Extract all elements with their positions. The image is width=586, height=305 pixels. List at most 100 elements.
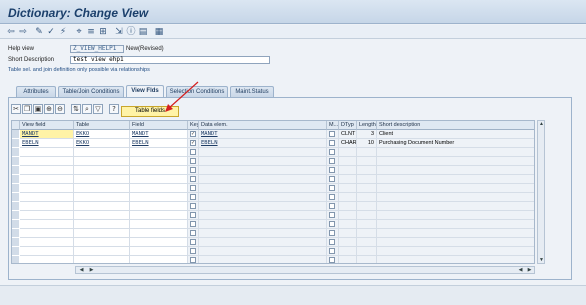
maintenance-icon[interactable]: ▦ — [154, 27, 164, 37]
row-selector[interactable] — [12, 157, 19, 166]
table-cell[interactable] — [74, 229, 130, 238]
table-cell[interactable] — [74, 184, 130, 193]
key-checkbox[interactable] — [190, 149, 196, 155]
table-cell[interactable] — [74, 256, 130, 263]
display-icon[interactable]: ▤ — [138, 27, 148, 37]
key-cell[interactable] — [188, 247, 199, 256]
key-cell[interactable] — [188, 229, 199, 238]
m-checkbox[interactable] — [329, 149, 335, 155]
key-cell[interactable] — [188, 238, 199, 247]
m-checkbox[interactable] — [329, 257, 335, 263]
m-checkbox[interactable] — [329, 212, 335, 218]
view-field-cell[interactable] — [20, 184, 74, 193]
key-checkbox[interactable] — [190, 185, 196, 191]
key-cell[interactable] — [188, 202, 199, 211]
m-checkbox[interactable] — [329, 176, 335, 182]
row-selector[interactable] — [12, 130, 19, 139]
row-selector[interactable] — [12, 175, 19, 184]
m-checkbox[interactable] — [329, 167, 335, 173]
scroll-end-right-icon[interactable]: ▶ — [526, 267, 533, 273]
key-cell[interactable] — [188, 256, 199, 263]
field-cell[interactable] — [130, 247, 188, 256]
m-checkbox[interactable] — [329, 248, 335, 254]
view-field-cell[interactable] — [20, 247, 74, 256]
delete-row-icon[interactable]: ⊖ — [55, 104, 65, 114]
paste-icon[interactable]: ▣ — [33, 104, 43, 114]
m-cell[interactable] — [327, 229, 339, 238]
m-cell[interactable] — [327, 157, 339, 166]
object-list-icon[interactable]: ≡ — [86, 27, 96, 37]
m-cell[interactable] — [327, 166, 339, 175]
tab-selection-conditions[interactable]: Selection Conditions — [166, 86, 228, 97]
table-cell[interactable] — [74, 202, 130, 211]
table-cell[interactable] — [74, 157, 130, 166]
m-cell[interactable] — [327, 139, 339, 148]
navigate-icon[interactable]: ⇲ — [114, 27, 124, 37]
key-checkbox[interactable] — [190, 194, 196, 200]
column-header[interactable]: Data elem. — [199, 121, 327, 130]
help-icon[interactable]: ? — [109, 104, 119, 114]
field-cell[interactable]: MANDT — [130, 130, 188, 139]
tab-table-join-conditions[interactable]: Table/Join Conditions — [58, 86, 124, 97]
column-header[interactable]: Table — [74, 121, 130, 130]
field-cell[interactable] — [130, 238, 188, 247]
where-used-icon[interactable]: ⌖ — [74, 27, 84, 37]
view-field-cell[interactable]: MANDT — [20, 130, 74, 139]
key-checkbox[interactable]: ✓ — [190, 131, 196, 137]
insert-row-icon[interactable]: ⊕ — [44, 104, 54, 114]
m-cell[interactable] — [327, 220, 339, 229]
view-field-cell[interactable] — [20, 211, 74, 220]
m-checkbox[interactable] — [329, 230, 335, 236]
check-icon[interactable]: ✓ — [46, 27, 56, 37]
key-cell[interactable] — [188, 193, 199, 202]
table-cell[interactable]: EKKO — [74, 130, 130, 139]
key-checkbox[interactable]: ✓ — [190, 140, 196, 146]
field-cell[interactable] — [130, 184, 188, 193]
m-cell[interactable] — [327, 184, 339, 193]
key-cell[interactable] — [188, 166, 199, 175]
view-field-cell[interactable]: EBELN — [20, 139, 74, 148]
key-checkbox[interactable] — [190, 167, 196, 173]
field-cell[interactable] — [130, 148, 188, 157]
key-cell[interactable] — [188, 211, 199, 220]
view-field-cell[interactable] — [20, 148, 74, 157]
column-header[interactable]: DTyp — [339, 121, 357, 130]
field-cell[interactable] — [130, 220, 188, 229]
row-selector[interactable] — [12, 139, 19, 148]
tab-attributes[interactable]: Attributes — [16, 86, 56, 97]
table-cell[interactable] — [74, 166, 130, 175]
key-checkbox[interactable] — [190, 221, 196, 227]
key-checkbox[interactable] — [190, 239, 196, 245]
horizontal-scrollbar[interactable]: ◀ ▶ ◀ ▶ — [75, 266, 535, 274]
field-cell[interactable] — [130, 166, 188, 175]
field-cell[interactable] — [130, 193, 188, 202]
m-checkbox[interactable] — [329, 239, 335, 245]
key-cell[interactable] — [188, 220, 199, 229]
key-cell[interactable] — [188, 157, 199, 166]
row-selector[interactable] — [12, 184, 19, 193]
m-checkbox[interactable] — [329, 140, 335, 146]
forward-icon[interactable]: ⇨ — [18, 27, 28, 37]
m-cell[interactable] — [327, 175, 339, 184]
table-cell[interactable] — [74, 247, 130, 256]
back-icon[interactable]: ⇦ — [6, 27, 16, 37]
table-cell[interactable] — [74, 220, 130, 229]
field-cell[interactable] — [130, 175, 188, 184]
scroll-right-icon[interactable]: ▶ — [88, 267, 95, 273]
info-icon[interactable]: ⓘ — [126, 27, 136, 37]
column-header[interactable]: Short description — [377, 121, 534, 130]
table-cell[interactable] — [74, 238, 130, 247]
cut-icon[interactable]: ✂ — [11, 104, 21, 114]
row-selector[interactable] — [12, 220, 19, 229]
m-checkbox[interactable] — [329, 185, 335, 191]
field-cell[interactable] — [130, 256, 188, 263]
view-field-cell[interactable] — [20, 229, 74, 238]
short-description-input[interactable]: test view ehp1 — [70, 56, 270, 64]
row-selector[interactable] — [12, 247, 19, 256]
m-cell[interactable] — [327, 211, 339, 220]
row-selector[interactable] — [12, 166, 19, 175]
row-selector[interactable] — [12, 238, 19, 247]
m-checkbox[interactable] — [329, 194, 335, 200]
tab-view-fields[interactable]: View Flds — [126, 85, 164, 97]
key-checkbox[interactable] — [190, 158, 196, 164]
